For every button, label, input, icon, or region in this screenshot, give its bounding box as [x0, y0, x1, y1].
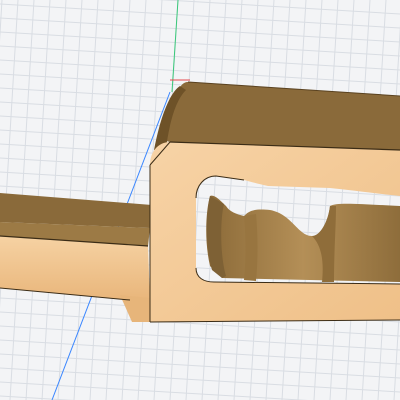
3d-viewport[interactable]	[0, 0, 400, 400]
grid-line	[329, 0, 355, 400]
grid-line	[377, 24, 400, 400]
grid-line	[0, 325, 400, 351]
green-axis-line	[171, 0, 179, 93]
grid-line	[0, 395, 76, 400]
grid-line	[0, 381, 309, 400]
grid-line	[361, 0, 387, 400]
grid-line	[265, 0, 291, 400]
grid-line	[313, 0, 339, 400]
grid-line	[249, 0, 275, 400]
grid-line	[297, 0, 323, 400]
grid-line	[345, 0, 371, 400]
viewport-canvas[interactable]	[0, 0, 400, 400]
cavity-groove	[244, 214, 258, 281]
grid-line	[0, 17, 400, 43]
grid-line	[89, 0, 115, 400]
grid-line	[0, 45, 400, 71]
grid-line	[105, 0, 131, 400]
bracket-cavity	[206, 195, 400, 282]
grid-line	[121, 0, 147, 400]
grid-line	[393, 291, 400, 400]
grid-line	[0, 3, 400, 29]
grid-line	[0, 31, 400, 57]
grid-line	[158, 0, 400, 15]
grid-line	[281, 0, 307, 400]
grid-line	[0, 59, 400, 85]
